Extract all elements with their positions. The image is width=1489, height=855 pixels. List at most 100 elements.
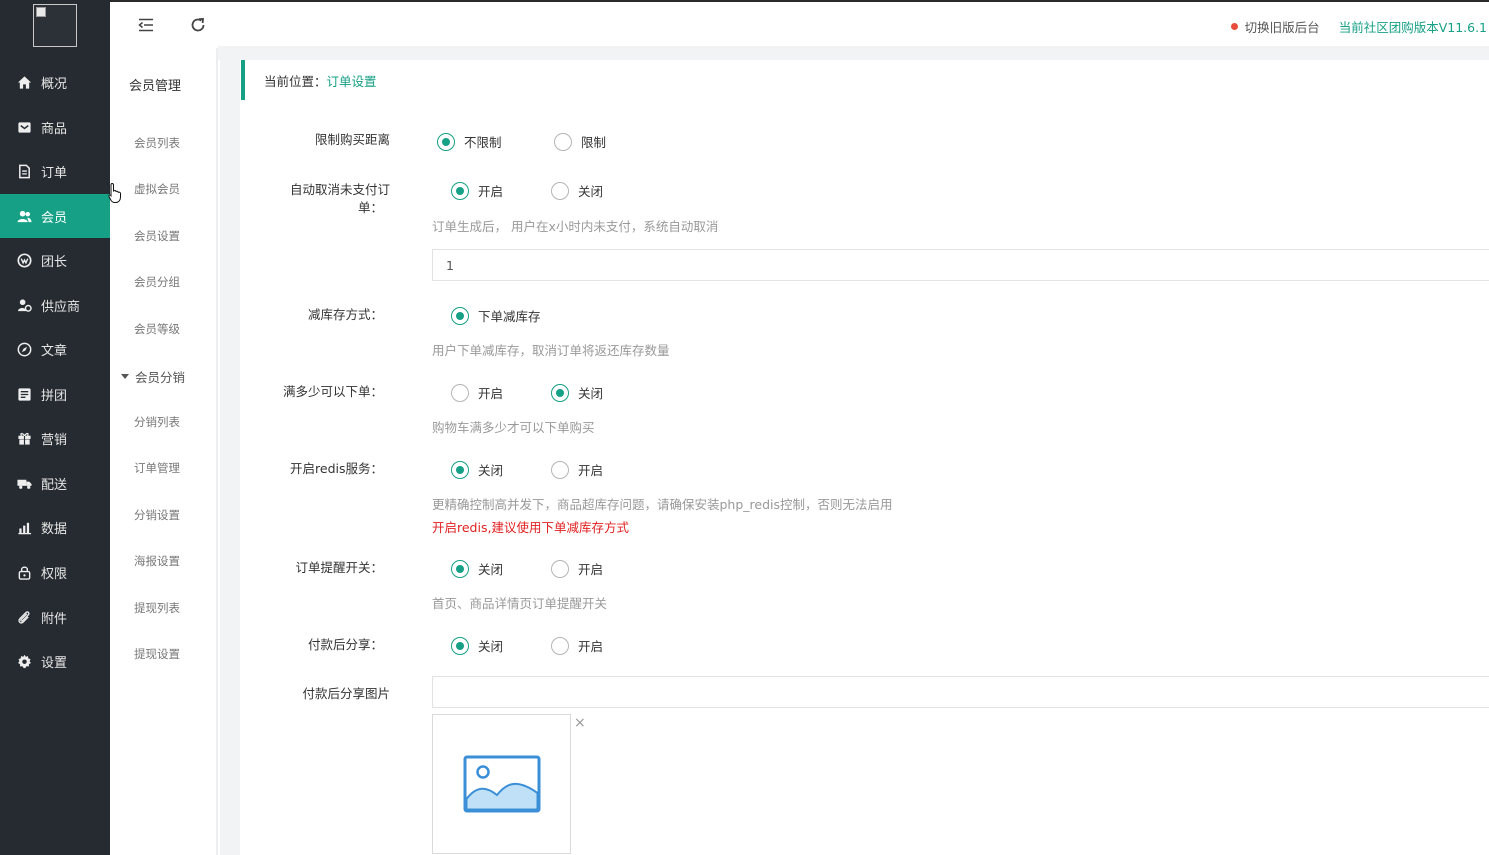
sub-item-poster-settings[interactable]: 海报设置 (134, 553, 180, 569)
nav-item-marketing[interactable]: 营销 (0, 416, 110, 460)
radio-circle (554, 132, 572, 151)
sub-item-distribution-list[interactable]: 分销列表 (134, 414, 180, 430)
radio-circle (551, 559, 569, 578)
truck-icon (17, 476, 32, 491)
nav-item-permission[interactable]: 权限 (0, 550, 110, 594)
sub-group-distribution[interactable]: 会员分销 (121, 367, 185, 386)
image-placeholder-icon (463, 755, 540, 813)
redis-warning: 开启redis,建议使用下单减库存方式 (432, 520, 629, 535)
gear-icon (17, 654, 32, 669)
nav-label: 概况 (41, 76, 68, 92)
radio-label: 关闭 (478, 562, 504, 577)
radio-label: 关闭 (578, 386, 604, 401)
remove-image-icon[interactable]: × (574, 715, 586, 731)
nav-item-article[interactable]: 文章 (0, 327, 110, 371)
top-bar: 切换旧版后台 当前社区团购版本V11.6.1 (110, 0, 1489, 48)
sub-item-distribution-settings[interactable]: 分销设置 (134, 507, 180, 523)
nav-item-orders[interactable]: 订单 (0, 149, 110, 193)
breadcrumb-prefix: 当前位置： (264, 73, 327, 89)
redis-off-radio[interactable]: 关闭 (451, 460, 503, 479)
breadcrumb-current[interactable]: 订单设置 (327, 71, 377, 90)
top-right-area: 切换旧版后台 当前社区团购版本V11.6.1 (1230, 17, 1487, 36)
sub-item-member-level[interactable]: 会员等级 (134, 321, 180, 337)
radio-circle (551, 181, 569, 200)
gift-icon (17, 431, 32, 446)
mouse-cursor-icon (108, 182, 121, 203)
auto-cancel-label-line1: 自动取消未支付订 (289, 182, 390, 197)
refresh-icon[interactable] (189, 16, 207, 34)
redis-help: 更精确控制高并发下，商品超库存问题，请确保安装php_redis控制，否则无法启… (432, 497, 893, 512)
radio-circle (551, 636, 569, 655)
order-icon (17, 164, 32, 179)
limit-distance-label: 限制购买距离 (314, 132, 390, 147)
limit-distance-limited-radio[interactable]: 限制 (554, 132, 606, 151)
sub-item-member-settings[interactable]: 会员设置 (134, 228, 180, 244)
sub-item-member-list[interactable]: 会员列表 (134, 135, 180, 151)
switch-old-admin-link[interactable]: 切换旧版后台 (1245, 17, 1320, 36)
redis-label: 开启redis服务： (290, 461, 383, 476)
sub-item-withdraw-settings[interactable]: 提现设置 (134, 646, 180, 662)
nav-label: 会员 (41, 210, 68, 226)
members-icon (17, 209, 32, 224)
sub-item-member-group[interactable]: 会员分组 (134, 274, 180, 290)
nav-label: 营销 (41, 432, 68, 448)
redis-on-radio[interactable]: 开启 (551, 460, 603, 479)
min-amount-off-radio[interactable]: 关闭 (551, 383, 603, 402)
order-remind-on-radio[interactable]: 开启 (551, 559, 603, 578)
auto-cancel-off-radio[interactable]: 关闭 (551, 181, 603, 200)
lock-icon (17, 565, 32, 580)
order-remind-label: 订单提醒开关： (295, 560, 383, 575)
radio-label: 关闭 (478, 463, 504, 478)
radio-label: 关闭 (478, 639, 504, 654)
pay-share-off-radio[interactable]: 关闭 (451, 636, 503, 655)
radio-circle (451, 460, 469, 479)
nav-item-members[interactable]: 会员 (0, 194, 110, 238)
nav-item-settings[interactable]: 设置 (0, 639, 110, 683)
auto-cancel-hours-input[interactable]: 1 (432, 249, 1489, 281)
sub-item-virtual-member[interactable]: 虚拟会员 (134, 181, 180, 197)
nav-item-delivery[interactable]: 配送 (0, 461, 110, 505)
nav-label: 商品 (41, 121, 68, 137)
order-remind-off-radio[interactable]: 关闭 (451, 559, 503, 578)
compass-icon (17, 342, 32, 357)
nav-item-data[interactable]: 数据 (0, 505, 110, 549)
radio-circle (451, 306, 469, 325)
sub-sidebar: 会员管理 会员列表 虚拟会员 会员设置 会员分组 会员等级 会员分销 分销列表 … (110, 48, 218, 855)
caret-down-icon (121, 374, 129, 379)
version-text: 当前社区团购版本V11.6.1 (1338, 20, 1487, 35)
logo[interactable] (33, 4, 77, 47)
collapse-menu-icon[interactable] (137, 16, 155, 34)
limit-distance-unlimited-radio[interactable]: 不限制 (437, 132, 502, 151)
status-dot (1230, 23, 1238, 30)
gutter (220, 60, 240, 855)
share-image-upload[interactable] (432, 714, 571, 854)
share-image-url-input[interactable] (432, 676, 1489, 708)
stock-mode-order-radio[interactable]: 下单减库存 (451, 306, 541, 325)
radio-circle (451, 559, 469, 578)
auto-cancel-on-radio[interactable]: 开启 (451, 181, 503, 200)
main-sidebar: 概况 商品 订单 会员 团长 供应商 文章 拼团 营销 配送 数据 权限 附件 … (0, 0, 110, 855)
nav-item-supplier[interactable]: 供应商 (0, 283, 110, 327)
nav-item-attachment[interactable]: 附件 (0, 595, 110, 639)
paperclip-icon (17, 610, 32, 625)
divider (218, 46, 1489, 60)
nav-item-group-buy[interactable]: 拼团 (0, 372, 110, 416)
nav-item-overview[interactable]: 概况 (0, 60, 110, 104)
nav-item-leader[interactable]: 团长 (0, 238, 110, 282)
radio-circle (551, 460, 569, 479)
radio-label: 开启 (478, 386, 504, 401)
sub-item-withdraw-list[interactable]: 提现列表 (134, 600, 180, 616)
radio-label: 开启 (478, 184, 504, 199)
min-amount-on-radio[interactable]: 开启 (451, 383, 503, 402)
sub-item-order-management[interactable]: 订单管理 (134, 460, 180, 476)
stock-mode-help: 用户下单减库存，取消订单将返还库存数量 (432, 343, 670, 358)
auto-cancel-help: 订单生成后， 用户在x小时内未支付，系统自动取消 (432, 219, 719, 234)
pay-share-on-radio[interactable]: 开启 (551, 636, 603, 655)
nav-item-goods[interactable]: 商品 (0, 105, 110, 149)
radio-label: 关闭 (578, 184, 604, 199)
leader-icon (17, 252, 32, 268)
radio-circle (451, 636, 469, 655)
auto-cancel-label-line2: 单： (357, 200, 383, 215)
nav-label: 订单 (41, 165, 68, 181)
nav-label: 数据 (41, 521, 68, 537)
